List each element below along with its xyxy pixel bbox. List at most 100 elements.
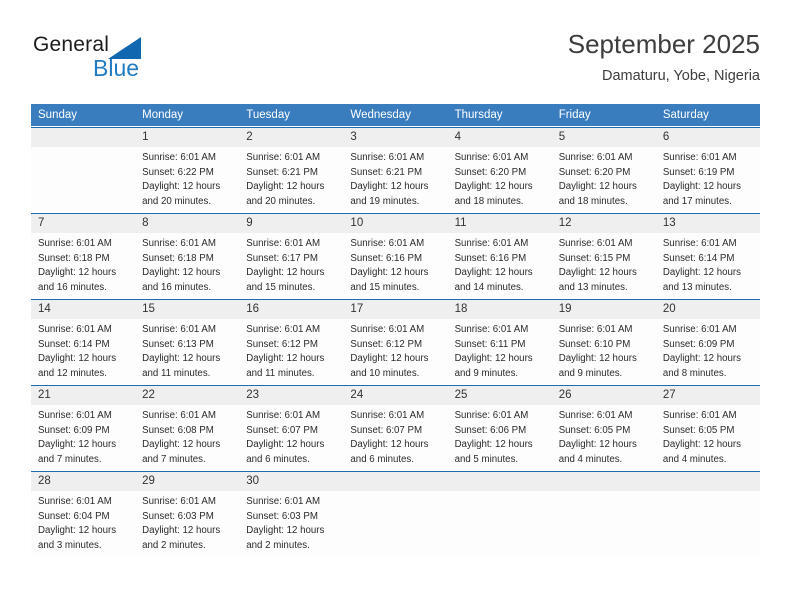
calendar-day-cell[interactable]: 26 Sunrise: 6:01 AM Sunset: 6:05 PM Dayligh… (551, 386, 656, 470)
weekday-header-thursday: Thursday (447, 104, 552, 126)
calendar-week-row: 14 Sunrise: 6:01 AM Sunset: 6:14 PM Dayligh… (31, 300, 760, 384)
day-number: 16 (239, 300, 344, 319)
calendar-day-cell[interactable]: 2 Sunrise: 6:01 AM Sunset: 6:21 PM Daylight… (239, 128, 344, 212)
calendar-page: General Blue September 2025 Damaturu, Yo… (0, 0, 792, 612)
daylight-text-line1: Daylight: 12 hours (142, 181, 221, 193)
calendar-day-cell[interactable]: 1 Sunrise: 6:01 AM Sunset: 6:22 PM Daylight… (135, 128, 240, 212)
daylight-text-line2: and 5 minutes. (454, 453, 519, 465)
daylight-text-line1: Daylight: 12 hours (142, 267, 221, 279)
daylight-text-line2: and 20 minutes. (142, 195, 212, 207)
sunset-text: Sunset: 6:11 PM (454, 338, 526, 350)
daylight-text-line1: Daylight: 12 hours (246, 267, 325, 279)
calendar-day-cell[interactable]: 17 Sunrise: 6:01 AM Sunset: 6:12 PM Dayligh… (343, 300, 448, 384)
day-details: Sunrise: 6:01 AM Sunset: 6:11 PM Daylight:… (448, 319, 552, 381)
calendar-day-cell[interactable]: 30 Sunrise: 6:01 AM Sunset: 6:03 PM Dayligh… (239, 472, 344, 556)
day-number: 8 (135, 214, 240, 233)
calendar-day-cell[interactable]: 15 Sunrise: 6:01 AM Sunset: 6:13 PM Dayligh… (135, 300, 240, 384)
daylight-text-line1: Daylight: 12 hours (246, 439, 325, 451)
calendar-day-cell[interactable]: 12 Sunrise: 6:01 AM Sunset: 6:15 PM Dayligh… (551, 214, 656, 298)
day-number: 12 (551, 214, 656, 233)
calendar-day-cell[interactable]: 25 Sunrise: 6:01 AM Sunset: 6:06 PM Dayligh… (447, 386, 552, 470)
calendar-day-cell[interactable]: 13 Sunrise: 6:01 AM Sunset: 6:14 PM Dayligh… (655, 214, 760, 298)
sunrise-text: Sunrise: 6:01 AM (662, 238, 737, 249)
calendar-day-cell[interactable]: 22 Sunrise: 6:01 AM Sunset: 6:08 PM Dayligh… (135, 386, 240, 470)
sunrise-text: Sunrise: 6:01 AM (350, 410, 425, 421)
calendar-day-cell[interactable]: 8 Sunrise: 6:01 AM Sunset: 6:18 PM Daylight… (135, 214, 240, 298)
calendar-day-cell[interactable]: 28 Sunrise: 6:01 AM Sunset: 6:04 PM Dayligh… (31, 472, 136, 556)
calendar-day-cell[interactable]: 19 Sunrise: 6:01 AM Sunset: 6:10 PM Dayligh… (551, 300, 656, 384)
daylight-text-line1: Daylight: 12 hours (350, 267, 429, 279)
sunrise-text: Sunrise: 6:01 AM (350, 324, 425, 335)
daylight-text-line1: Daylight: 12 hours (454, 267, 533, 279)
calendar-week-row: 1 Sunrise: 6:01 AM Sunset: 6:22 PM Daylight… (31, 128, 760, 212)
calendar-day-cell[interactable]: 9 Sunrise: 6:01 AM Sunset: 6:17 PM Daylight… (239, 214, 344, 298)
day-details: Sunrise: 6:01 AM Sunset: 6:15 PM Daylight:… (552, 233, 656, 295)
calendar-day-cell[interactable]: 23 Sunrise: 6:01 AM Sunset: 6:07 PM Dayligh… (239, 386, 344, 470)
daylight-text-line1: Daylight: 12 hours (558, 267, 637, 279)
sunset-text: Sunset: 6:15 PM (558, 252, 631, 264)
calendar-day-cell[interactable]: 3 Sunrise: 6:01 AM Sunset: 6:21 PM Daylight… (343, 128, 448, 212)
daylight-text-line2: and 15 minutes. (350, 281, 420, 293)
daylight-text-line1: Daylight: 12 hours (662, 439, 741, 451)
calendar-day-cell[interactable]: 27 Sunrise: 6:01 AM Sunset: 6:05 PM Dayligh… (655, 386, 760, 470)
calendar-day-cell[interactable]: 6 Sunrise: 6:01 AM Sunset: 6:19 PM Daylight… (655, 128, 760, 212)
day-details (552, 491, 656, 495)
sunrise-text: Sunrise: 6:01 AM (246, 410, 321, 421)
daylight-text-line1: Daylight: 12 hours (454, 181, 533, 193)
day-number (655, 472, 760, 491)
daylight-text-line2: and 3 minutes. (38, 539, 102, 551)
calendar-day-cell[interactable]: 21 Sunrise: 6:01 AM Sunset: 6:09 PM Dayligh… (31, 386, 136, 470)
sunrise-text: Sunrise: 6:01 AM (558, 410, 633, 421)
page-title: September 2025 (567, 29, 760, 59)
daylight-text-line2: and 2 minutes. (246, 539, 310, 551)
sunrise-text: Sunrise: 6:01 AM (454, 238, 529, 249)
sunrise-text: Sunrise: 6:01 AM (454, 152, 529, 163)
calendar-day-cell[interactable]: 29 Sunrise: 6:01 AM Sunset: 6:03 PM Dayligh… (135, 472, 240, 556)
day-details: Sunrise: 6:01 AM Sunset: 6:21 PM Daylight:… (239, 147, 343, 209)
calendar-day-cell[interactable]: 20 Sunrise: 6:01 AM Sunset: 6:09 PM Dayligh… (655, 300, 760, 384)
daylight-text-line2: and 14 minutes. (454, 281, 524, 293)
calendar-week-row: 28 Sunrise: 6:01 AM Sunset: 6:04 PM Dayligh… (31, 472, 760, 556)
sunset-text: Sunset: 6:16 PM (350, 252, 423, 264)
day-number: 28 (31, 472, 136, 491)
sunrise-text: Sunrise: 6:01 AM (38, 238, 112, 249)
day-details: Sunrise: 6:01 AM Sunset: 6:09 PM Daylight:… (31, 405, 135, 467)
daylight-text-line2: and 15 minutes. (246, 281, 316, 293)
calendar-day-cell[interactable]: 16 Sunrise: 6:01 AM Sunset: 6:12 PM Dayligh… (239, 300, 344, 384)
calendar-day-cell[interactable]: 4 Sunrise: 6:01 AM Sunset: 6:20 PM Daylight… (447, 128, 552, 212)
calendar-day-cell-empty (551, 472, 656, 556)
day-number: 19 (551, 300, 656, 319)
day-number (343, 472, 448, 491)
day-details: Sunrise: 6:01 AM Sunset: 6:21 PM Daylight:… (343, 147, 447, 209)
calendar-day-cell[interactable]: 5 Sunrise: 6:01 AM Sunset: 6:20 PM Daylight… (551, 128, 656, 212)
calendar-day-cell[interactable]: 10 Sunrise: 6:01 AM Sunset: 6:16 PM Dayligh… (343, 214, 448, 298)
day-details: Sunrise: 6:01 AM Sunset: 6:20 PM Daylight:… (448, 147, 552, 209)
calendar-day-cell-empty (31, 128, 136, 212)
day-number (551, 472, 656, 491)
calendar-day-cell[interactable]: 11 Sunrise: 6:01 AM Sunset: 6:16 PM Dayligh… (447, 214, 552, 298)
daylight-text-line1: Daylight: 12 hours (142, 525, 221, 537)
day-number: 6 (655, 128, 760, 147)
day-details: Sunrise: 6:01 AM Sunset: 6:18 PM Daylight:… (31, 233, 135, 295)
sunrise-text: Sunrise: 6:01 AM (558, 238, 633, 249)
calendar-day-cell[interactable]: 14 Sunrise: 6:01 AM Sunset: 6:14 PM Dayligh… (31, 300, 136, 384)
sunset-text: Sunset: 6:06 PM (454, 424, 527, 436)
day-number: 10 (343, 214, 448, 233)
daylight-text-line1: Daylight: 12 hours (662, 267, 741, 279)
day-number: 18 (447, 300, 552, 319)
sunset-text: Sunset: 6:19 PM (662, 166, 735, 178)
calendar-week-row: 7 Sunrise: 6:01 AM Sunset: 6:18 PM Daylight… (31, 214, 760, 298)
day-details: Sunrise: 6:01 AM Sunset: 6:05 PM Daylight:… (656, 405, 760, 467)
day-details: Sunrise: 6:01 AM Sunset: 6:03 PM Daylight:… (135, 491, 239, 553)
day-number: 11 (447, 214, 552, 233)
day-number: 30 (239, 472, 344, 491)
daylight-text-line2: and 9 minutes. (454, 367, 519, 379)
sunrise-text: Sunrise: 6:01 AM (662, 324, 737, 335)
weekday-header-friday: Friday (551, 104, 656, 126)
calendar-day-cell[interactable]: 7 Sunrise: 6:01 AM Sunset: 6:18 PM Daylight… (31, 214, 136, 298)
daylight-text-line1: Daylight: 12 hours (142, 353, 221, 365)
sunset-text: Sunset: 6:22 PM (142, 166, 214, 178)
calendar-day-cell[interactable]: 18 Sunrise: 6:01 AM Sunset: 6:11 PM Dayligh… (447, 300, 552, 384)
daylight-text-line1: Daylight: 12 hours (350, 439, 429, 451)
calendar-day-cell[interactable]: 24 Sunrise: 6:01 AM Sunset: 6:07 PM Dayligh… (343, 386, 448, 470)
